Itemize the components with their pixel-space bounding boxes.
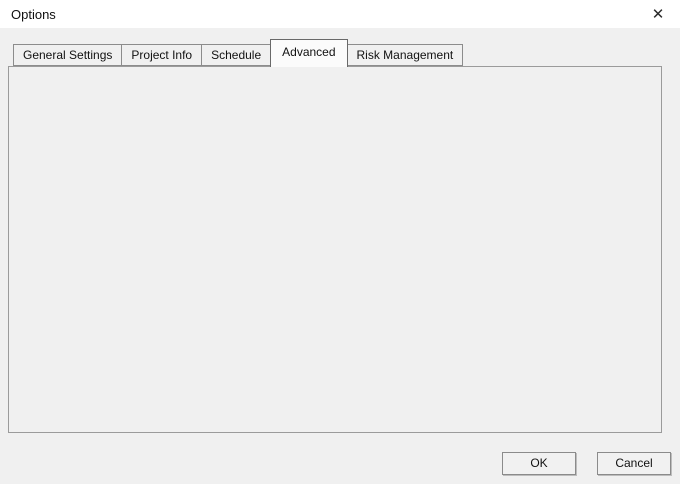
ok-button[interactable]: OK [502,452,576,475]
tab-bar: General Settings Project Info Schedule A… [13,40,462,66]
options-dialog: Options ✕ General Settings Project Info … [0,0,680,484]
tab-panel [8,66,662,433]
title-bar: Options ✕ [0,0,680,28]
tab-project-info[interactable]: Project Info [121,44,202,66]
close-icon[interactable]: ✕ [640,0,676,28]
window-title: Options [11,7,56,22]
tab-general-settings[interactable]: General Settings [13,44,122,66]
tab-advanced[interactable]: Advanced [270,39,347,67]
tab-risk-management[interactable]: Risk Management [347,44,464,66]
tab-schedule[interactable]: Schedule [201,44,271,66]
cancel-button[interactable]: Cancel [597,452,671,475]
